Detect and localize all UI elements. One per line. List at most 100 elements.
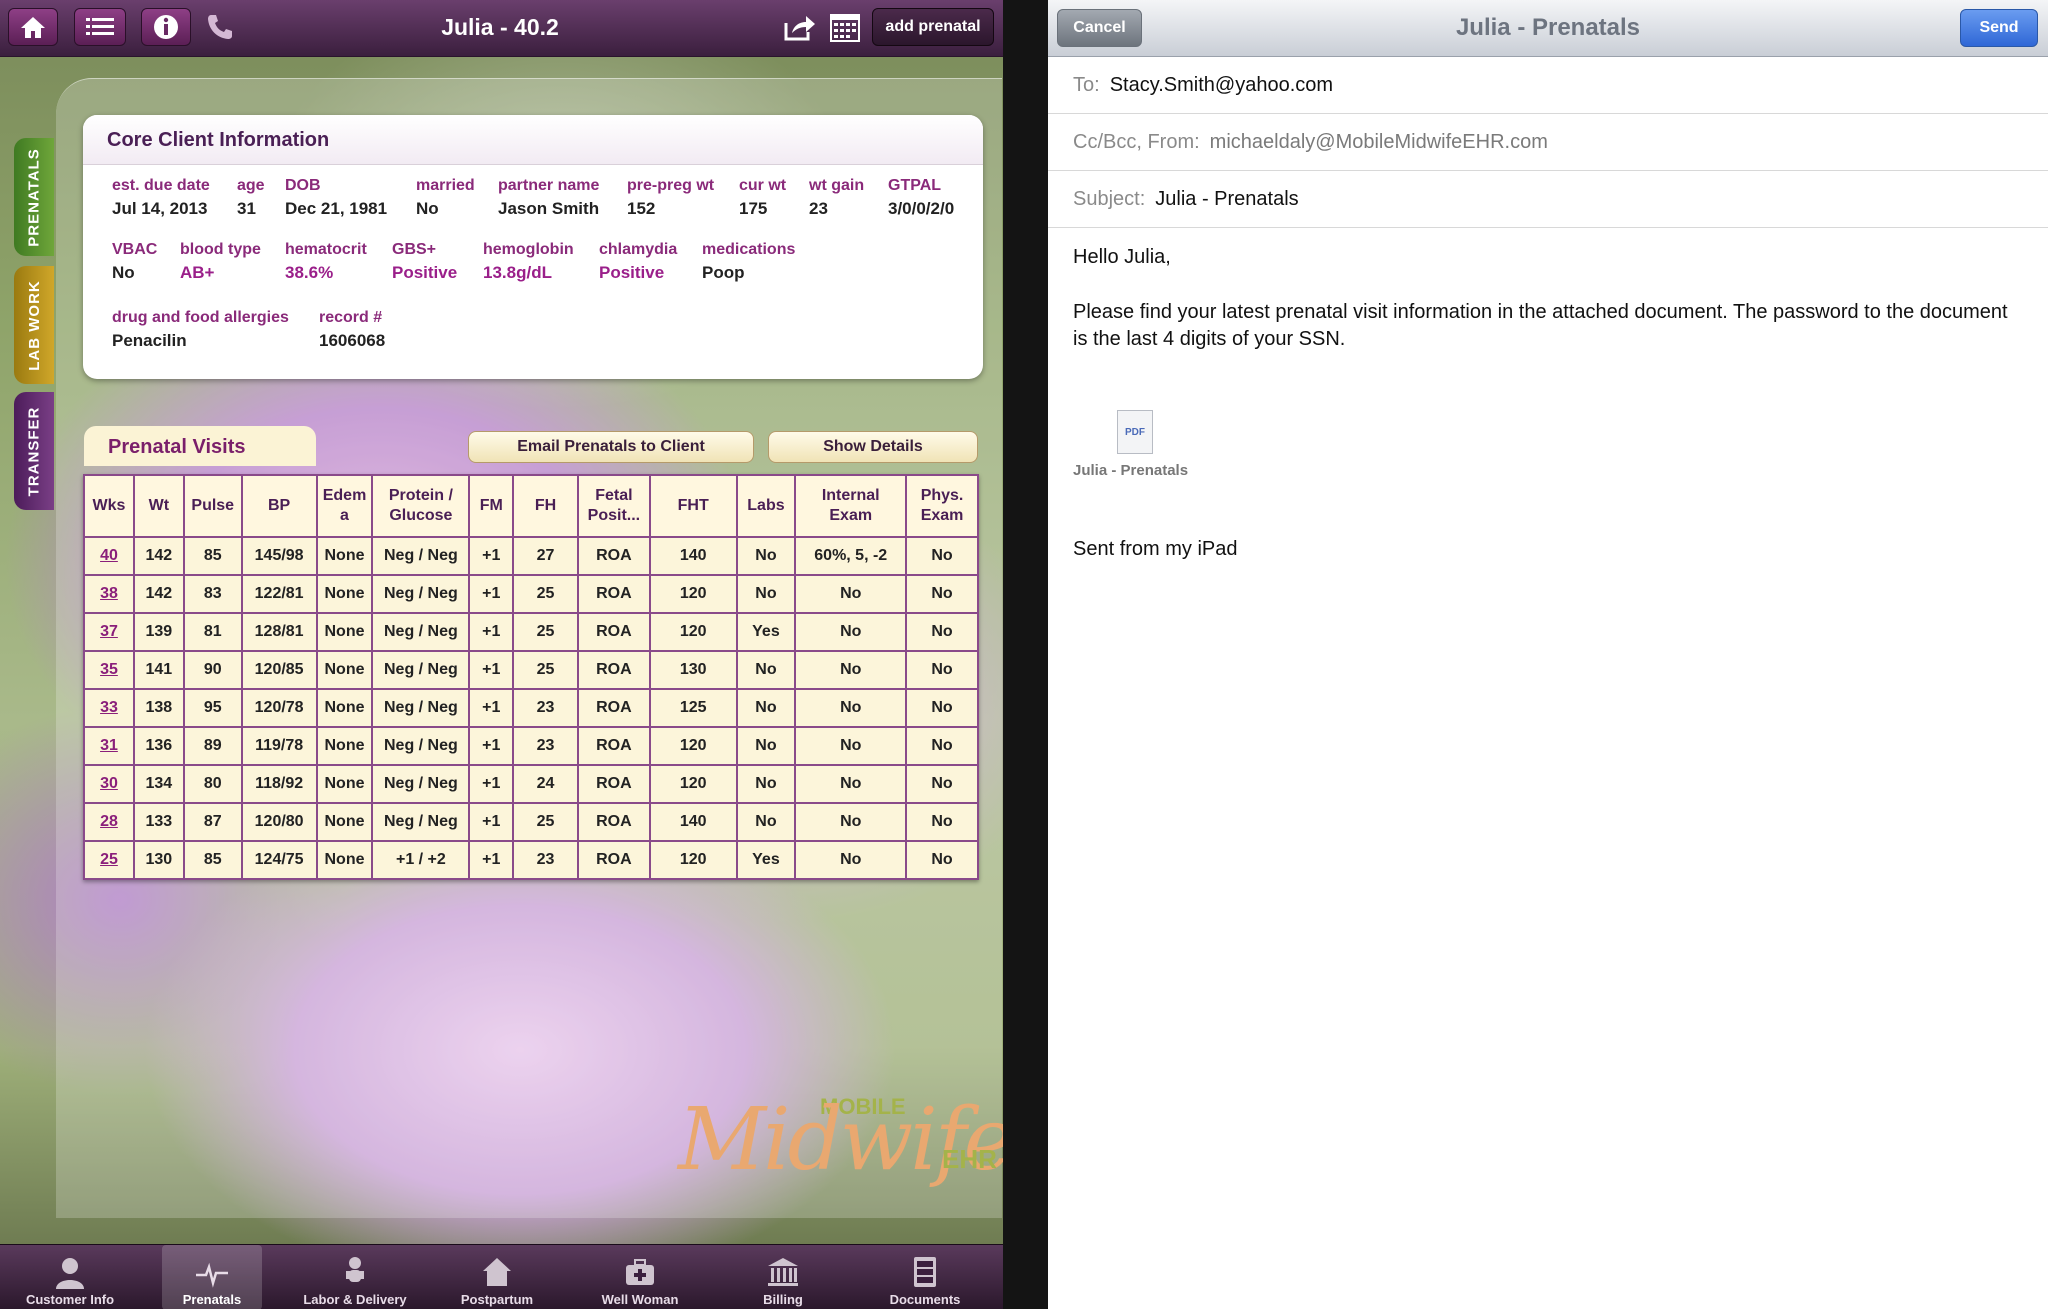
nav-item-customer-info[interactable]: Customer Info	[5, 1245, 135, 1309]
prenatal-visits-tab[interactable]: Prenatal Visits	[84, 426, 316, 466]
from-value[interactable]: michaeldaly@MobileMidwifeEHR.com	[1210, 131, 1548, 154]
send-button[interactable]: Send	[1960, 9, 2038, 47]
cabinet-icon	[907, 1254, 943, 1290]
home-button[interactable]	[8, 8, 58, 46]
week-link[interactable]: 40	[83, 536, 135, 576]
table-row[interactable]: 37 139 81 128/81 None Neg / Neg +1 25 ROA 120 Yes N…	[83, 612, 979, 652]
tab-lab-work[interactable]: LAB WORK	[14, 266, 54, 384]
week-link[interactable]: 30	[83, 764, 135, 804]
table-row[interactable]: 33 138 95 120/78 None Neg / Neg +1 23 ROA 125 No No…	[83, 688, 979, 728]
field-label: GTPAL	[888, 177, 942, 194]
table-cell: 139	[132, 612, 185, 652]
phone-icon	[208, 15, 232, 39]
nav-item-well-woman[interactable]: Well Woman	[575, 1245, 705, 1309]
table-cell: 25	[512, 650, 579, 690]
add-prenatal-button[interactable]: add prenatal	[872, 8, 994, 46]
table-cell: No	[735, 650, 797, 690]
field-married: married No	[416, 177, 475, 219]
week-link[interactable]: 33	[83, 688, 135, 728]
table-cell: 119/78	[240, 726, 318, 766]
nav-item-billing[interactable]: Billing	[718, 1245, 848, 1309]
heartbeat-icon	[194, 1254, 230, 1290]
table-cell: 120/85	[240, 650, 318, 690]
pdf-file-icon: PDF	[1117, 410, 1153, 454]
week-link[interactable]: 37	[83, 612, 135, 652]
table-row[interactable]: 25 130 85 124/75 None +1 / +2 +1 23 ROA 120 Yes No N…	[83, 840, 979, 880]
nav-item-documents[interactable]: Documents	[860, 1245, 990, 1309]
page-title: Julia - 40.2	[441, 14, 559, 40]
email-compose: Cancel Julia - Prenatals Send To: Stacy.S…	[1048, 0, 2048, 1309]
attachment-name: Julia - Prenatals	[1073, 462, 1189, 479]
to-field[interactable]: To: Stacy.Smith@yahoo.com	[1048, 57, 2048, 114]
table-row[interactable]: 35 141 90 120/85 None Neg / Neg +1 25 ROA 130 No No…	[83, 650, 979, 690]
table-cell: 141	[132, 650, 185, 690]
subject-field[interactable]: Subject: Julia - Prenatals	[1048, 171, 2048, 228]
table-cell: No	[735, 688, 797, 728]
table-cell: 142	[132, 574, 185, 614]
table-row[interactable]: 38 142 83 122/81 None Neg / Neg +1 25 ROA 120 No No…	[83, 574, 979, 614]
table-row[interactable]: 28 133 87 120/80 None Neg / Neg +1 25 ROA 140 No No…	[83, 802, 979, 842]
field-label: wt gain	[809, 177, 865, 194]
field-label: record #	[319, 309, 383, 326]
field-hemoglobin: hemoglobin 13.8g/dL	[483, 241, 574, 283]
table-cell: +1 / +2	[371, 840, 471, 880]
table-cell: 25	[512, 802, 579, 842]
tab-transfer[interactable]: TRANSFER	[14, 392, 54, 510]
table-cell: 83	[182, 574, 243, 614]
field-pre-preg-wt: pre-preg wt 152	[627, 177, 714, 219]
field-value: Positive	[599, 263, 665, 282]
week-link[interactable]: 25	[83, 840, 135, 880]
nav-item-postpartum[interactable]: Postpartum	[432, 1245, 562, 1309]
list-button[interactable]	[74, 8, 126, 46]
email-prenatals-button[interactable]: Email Prenatals to Client	[468, 431, 754, 463]
week-link[interactable]: 31	[83, 726, 135, 766]
week-link[interactable]: 38	[83, 574, 135, 614]
table-cell: +1	[468, 574, 515, 614]
table-cell: None	[315, 688, 374, 728]
table-cell: No	[905, 840, 979, 880]
calendar-button[interactable]	[826, 8, 864, 46]
field-chlamydia: chlamydia Positive	[599, 241, 677, 283]
cc-bcc-field[interactable]: Cc/Bcc, From: michaeldaly@MobileMidwifeEH…	[1048, 114, 2048, 171]
field-label: pre-preg wt	[627, 177, 715, 194]
column-header: FM	[468, 474, 515, 538]
tab-prenatals[interactable]: PRENATALS	[14, 138, 54, 256]
table-cell: 142	[132, 536, 185, 576]
table-cell: +1	[468, 802, 515, 842]
nav-item-prenatals[interactable]: Prenatals	[162, 1245, 262, 1309]
email-body[interactable]: Hello Julia, Please find your latest pre…	[1048, 228, 2048, 353]
calendar-icon	[830, 14, 860, 42]
share-button[interactable]	[780, 8, 820, 46]
baby-icon	[337, 1254, 373, 1290]
table-row[interactable]: 40 142 85 145/98 None Neg / Neg +1 27 ROA 140 No 60…	[83, 536, 979, 576]
field-value: 3/0/0/2/0	[888, 199, 955, 218]
table-row[interactable]: 30 134 80 118/92 None Neg / Neg +1 24 ROA 120 No No…	[83, 764, 979, 804]
info-button[interactable]	[141, 8, 191, 46]
cancel-button[interactable]: Cancel	[1057, 9, 1142, 47]
field-value: 175	[739, 199, 768, 218]
to-value[interactable]: Stacy.Smith@yahoo.com	[1110, 74, 1333, 97]
phone-button[interactable]	[197, 8, 243, 46]
table-cell: 27	[512, 536, 579, 576]
nav-item-labor-delivery[interactable]: Labor & Delivery	[290, 1245, 420, 1309]
field-blood-type: blood type AB+	[180, 241, 261, 283]
table-cell: No	[905, 574, 979, 614]
table-cell: Neg / Neg	[371, 764, 471, 804]
week-link[interactable]: 28	[83, 802, 135, 842]
table-cell: No	[905, 612, 979, 652]
pdf-attachment[interactable]: PDF Julia - Prenatals	[1073, 410, 1213, 479]
subject-value[interactable]: Julia - Prenatals	[1155, 188, 1298, 211]
table-cell: 140	[648, 536, 738, 576]
table-cell: ROA	[576, 726, 651, 766]
mobile-midwife-logo: MOBILE Midwife EHR	[672, 1062, 1003, 1232]
share-icon	[784, 16, 815, 41]
show-details-button[interactable]: Show Details	[768, 431, 978, 463]
table-cell: 120	[648, 726, 738, 766]
field-value: 152	[627, 199, 656, 218]
table-row[interactable]: 31 136 89 119/78 None Neg / Neg +1 23 ROA 120 No No…	[83, 726, 979, 766]
column-header: Protein / Glucose	[371, 474, 471, 538]
table-cell: No	[905, 650, 979, 690]
house-icon	[479, 1254, 515, 1290]
nav-item-label: Labor & Delivery	[303, 1292, 407, 1307]
week-link[interactable]: 35	[83, 650, 135, 690]
